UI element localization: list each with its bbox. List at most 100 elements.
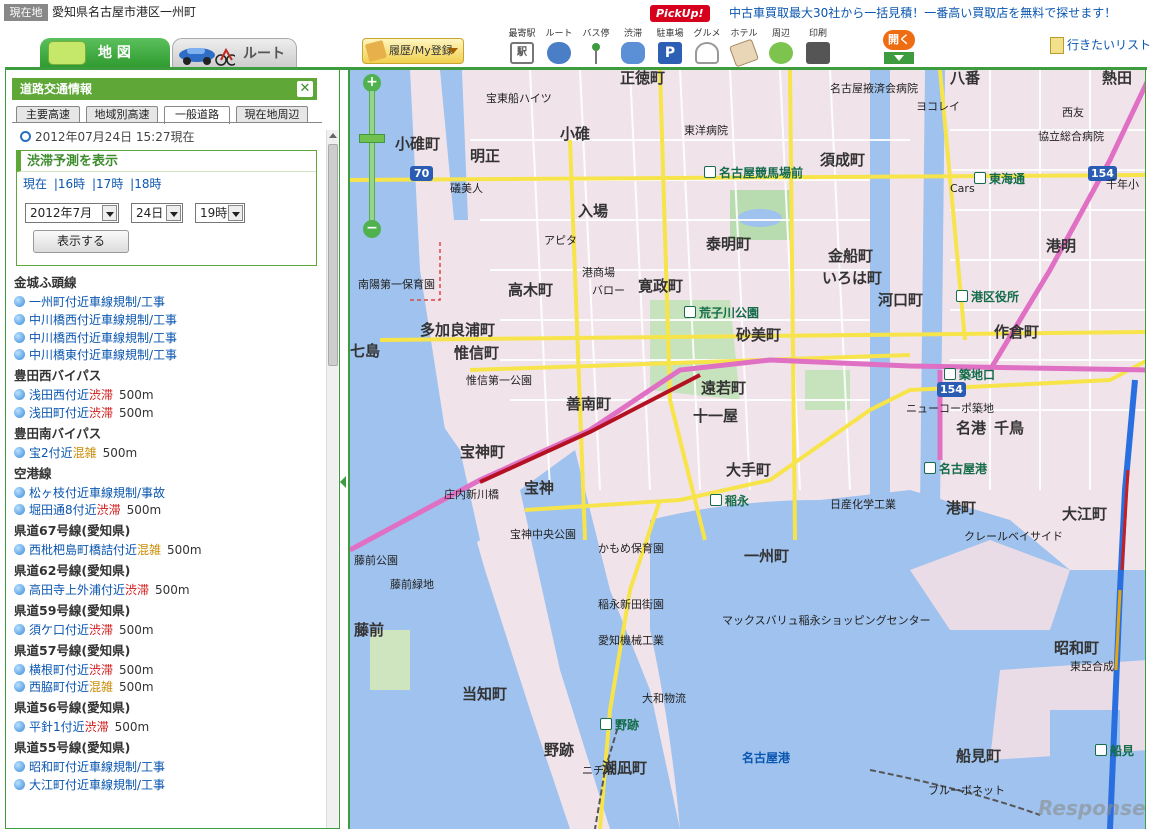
station-label[interactable]: 荒子川公園 — [684, 306, 759, 320]
tool-nearby[interactable]: 周辺 — [763, 28, 799, 68]
pickup-ad-link[interactable]: 中古車買取最大30社から一括見積！一番高い買取店を無料で探せます！ — [729, 5, 1116, 22]
traffic-distance: 500m — [119, 388, 154, 403]
traffic-distance: 500m — [102, 445, 138, 460]
traffic-item[interactable]: 西脇町付近混雑 500m — [14, 679, 319, 697]
traffic-item[interactable]: 宝2付近混雑 500m — [14, 445, 319, 463]
tool-gourmet[interactable]: グルメ — [689, 28, 725, 68]
collapse-panel-icon[interactable] — [340, 470, 348, 494]
info-bullet-icon — [14, 583, 25, 595]
station-label[interactable]: 船見 — [1095, 744, 1134, 758]
area-label: 名港 — [956, 419, 987, 437]
day-select[interactable]: 24日 — [131, 203, 183, 223]
list-icon — [1050, 37, 1064, 54]
traffic-status: 車線規制/工事 — [89, 759, 166, 774]
dropdown-arrow-icon — [448, 48, 458, 54]
area-label: 港明 — [1046, 237, 1077, 255]
zoom-out-button[interactable]: − — [363, 220, 381, 238]
traffic-item[interactable]: 浅田町付近渋滞 500m — [14, 405, 319, 423]
traffic-item[interactable]: 平針1付近渋滞 500m — [14, 719, 319, 737]
traffic-item[interactable]: 西枇杷島町橋詰付近混雑 500m — [14, 542, 319, 560]
tool-traffic-jam[interactable]: 渋滞 — [615, 28, 651, 68]
current-location-badge: 現在地 — [4, 4, 48, 21]
station-label[interactable]: 名古屋港 — [924, 462, 987, 476]
current-location-text: 愛知県名古屋市港区一州町 — [52, 5, 197, 19]
area-label: 小碓 — [560, 125, 591, 143]
scrollbar[interactable] — [326, 130, 338, 828]
poi-label: クレールベイサイド — [964, 530, 1063, 543]
hour-select[interactable]: 19時 — [195, 203, 245, 223]
road-section-title: 豊田南バイパス — [14, 425, 102, 441]
station-icon: 駅 — [510, 42, 534, 64]
traffic-item[interactable]: 大江町付近車線規制/工事 — [14, 777, 319, 795]
tool-nearest-station[interactable]: 最寄駅 駅 — [504, 28, 540, 68]
poi-label: かもめ保育園 — [598, 542, 664, 555]
tool-bus-stop[interactable]: バス停 — [578, 28, 614, 68]
traffic-item[interactable]: 中川橋東付近車線規制/工事 — [14, 347, 319, 365]
traffic-item[interactable]: 横根町付近渋滞 500m — [14, 662, 319, 680]
tool-print[interactable]: 印刷 — [800, 28, 836, 68]
road-section-title: 県道55号線(愛知県) — [14, 739, 131, 755]
prediction-link-now[interactable]: 現在 — [23, 177, 47, 191]
traffic-item[interactable]: 中川橋西付近車線規制/工事 — [14, 330, 319, 348]
tool-hotel[interactable]: ホテル — [726, 28, 762, 68]
scroll-up-icon[interactable] — [328, 130, 338, 142]
history-my-register-button[interactable]: 履歴/My登録 — [362, 38, 464, 64]
poi-label: バロー — [592, 284, 625, 297]
station-label[interactable]: 名古屋競馬場前 — [704, 166, 803, 180]
traffic-status: 渋滞 — [89, 622, 114, 637]
traffic-status: 車線規制/工事 — [89, 295, 166, 309]
route-154-shield-2: 154 — [937, 382, 966, 397]
traffic-item[interactable]: 昭和町付近車線規制/工事 — [14, 759, 319, 777]
zoom-slider-handle[interactable] — [359, 134, 385, 143]
poi-label: アピタ — [544, 234, 577, 247]
station-label[interactable]: 港区役所 — [956, 290, 1019, 304]
scroll-thumb[interactable] — [328, 144, 338, 366]
area-label: 遠若町 — [701, 379, 747, 397]
close-icon[interactable]: ✕ — [297, 81, 313, 97]
map-view[interactable]: 70 154 154 正徳町 八番 熱田 小碓町 小碓 明正 須成町 入場 泰明… — [348, 70, 1146, 829]
traffic-item[interactable]: 中川橋西付近車線規制/工事 — [14, 312, 319, 330]
show-button[interactable]: 表示する — [33, 230, 129, 253]
zoom-control[interactable]: + − — [359, 74, 385, 242]
poi-label: ブルーボネット — [928, 784, 1005, 797]
area-label: 熱田 — [1102, 70, 1133, 87]
traffic-item[interactable]: 須ケ口付近渋滞 500m — [14, 622, 319, 640]
tab-route[interactable]: ルート — [172, 38, 297, 68]
station-label[interactable]: 稲永 — [710, 494, 749, 508]
traffic-item[interactable]: 一州町付近車線規制/工事 — [14, 294, 319, 312]
traffic-item[interactable]: 松ヶ枝付近車線規制/事故 — [14, 485, 319, 503]
prediction-link-17[interactable]: |17時 — [92, 177, 123, 191]
watermark: Response. — [1038, 796, 1146, 820]
station-label[interactable]: 築地口 — [944, 368, 995, 382]
poi-label: 礒美人 — [450, 182, 483, 195]
traffic-item[interactable]: 浅田西付近渋滞 500m — [14, 387, 319, 405]
road-section-title: 県道59号線(愛知県) — [14, 602, 131, 618]
station-label[interactable]: 東海通 — [974, 172, 1025, 186]
pickup-badge[interactable]: PickUp! — [650, 5, 710, 22]
month-select[interactable]: 2012年7月 — [25, 203, 119, 223]
traffic-status: 渋滞 — [89, 405, 114, 420]
poi-label: 愛知機械工業 — [598, 634, 664, 647]
zoom-slider[interactable] — [369, 90, 375, 222]
traffic-item[interactable]: 高田寺上外浦付近渋滞 500m — [14, 582, 319, 600]
tool-route[interactable]: ルート — [541, 28, 577, 68]
area-label: 一州町 — [744, 547, 790, 565]
tab-current-location[interactable]: 現在地周辺 — [236, 106, 308, 123]
prediction-box: 渋滞予測を表示 現在 |16時 |17時 |18時 2012年7月 24日 19… — [16, 150, 317, 266]
traffic-item[interactable]: 堀田通8付近渋滞 500m — [14, 502, 319, 520]
prediction-links: 現在 |16時 |17時 |18時 — [23, 175, 164, 192]
traffic-distance: 500m — [126, 503, 162, 518]
tool-label: 印刷 — [808, 29, 827, 39]
tab-major-expressway[interactable]: 主要高速 — [16, 106, 80, 123]
area-label: 千鳥 — [994, 419, 1025, 437]
tab-regional-expressway[interactable]: 地域別高速 — [86, 106, 158, 123]
wishlist-link[interactable]: 行きたいリスト — [1050, 36, 1151, 54]
tool-parking[interactable]: 駐車場 P — [652, 28, 688, 68]
poi-label: 港商場 — [582, 266, 615, 279]
prediction-link-18[interactable]: |18時 — [130, 177, 161, 191]
prediction-link-16[interactable]: |16時 — [54, 177, 85, 191]
tab-map[interactable]: 地 図 — [40, 38, 170, 68]
station-label[interactable]: 野跡 — [600, 718, 639, 732]
open-panel-button[interactable]: 開く — [883, 30, 915, 66]
bed-icon — [728, 38, 760, 68]
